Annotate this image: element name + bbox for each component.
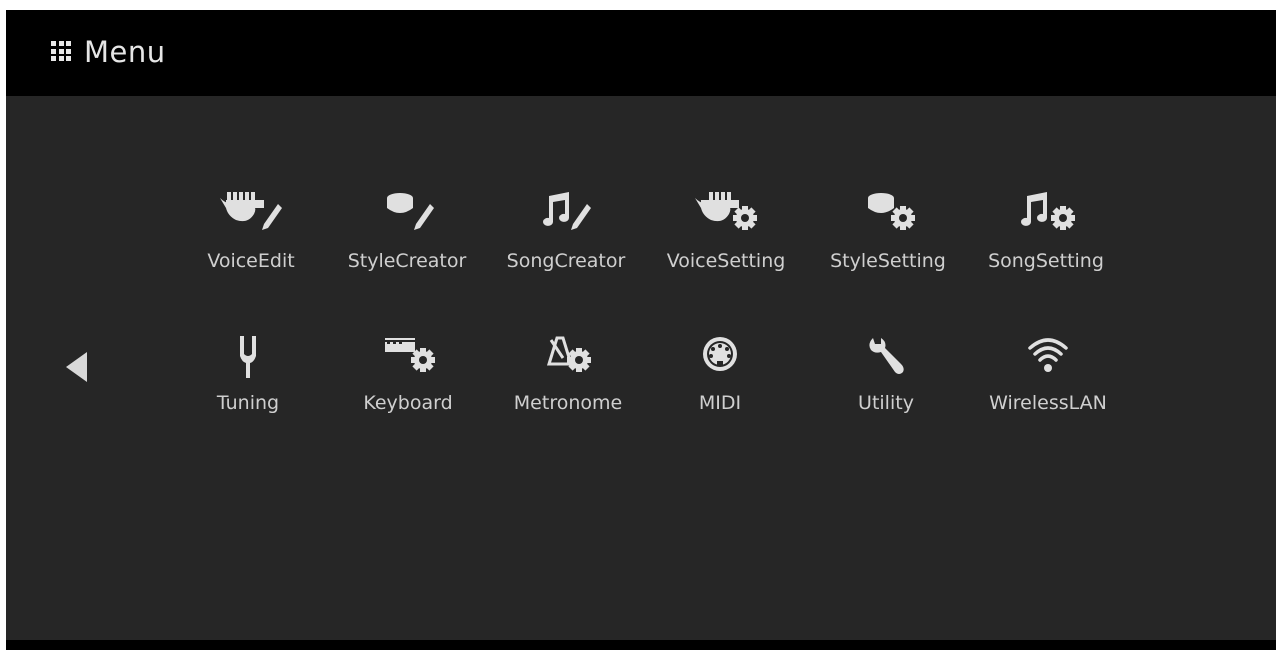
menu-item-songsetting[interactable]: SongSetting	[966, 188, 1126, 308]
grid-icon	[51, 41, 71, 61]
menu-item-stylesetting[interactable]: StyleSetting	[808, 188, 968, 308]
menu-item-label: StyleCreator	[347, 250, 467, 272]
menu-item-keyboard[interactable]: Keyboard	[328, 334, 488, 454]
style-setting-icon	[868, 193, 915, 230]
wrench-icon	[869, 338, 904, 374]
menu-item-label: SongCreator	[506, 250, 626, 272]
left-arrow-icon[interactable]	[66, 352, 87, 382]
menu-item-label: Metronome	[513, 392, 623, 414]
menu-item-utility[interactable]: Utility	[806, 334, 966, 454]
menu-item-label: Utility	[858, 392, 914, 414]
voice-edit-icon	[220, 192, 282, 230]
menu-item-label: SongSetting	[988, 250, 1104, 272]
menu-item-voicesetting[interactable]: VoiceSetting	[646, 188, 806, 308]
wifi-icon	[1028, 338, 1068, 372]
menu-item-label: WirelessLAN	[989, 392, 1107, 414]
menu-item-label: MIDI	[698, 392, 742, 414]
bottom-bar	[6, 640, 1276, 650]
menu-item-label: Keyboard	[363, 392, 453, 414]
menu-item-metronome[interactable]: Metronome	[488, 334, 648, 454]
midi-icon	[703, 337, 737, 371]
song-setting-icon	[1021, 192, 1075, 230]
menu-item-tuning[interactable]: Tuning	[168, 334, 328, 454]
voice-setting-icon	[695, 192, 757, 230]
metronome-setting-icon	[546, 336, 591, 372]
menu-item-midi[interactable]: MIDI	[640, 334, 800, 454]
menu-item-voiceedit[interactable]: VoiceEdit	[171, 188, 331, 308]
page-title: Menu	[84, 35, 166, 69]
menu-screen: Menu VoiceEdit StyleCreator SongCreator …	[6, 10, 1276, 650]
song-creator-icon	[543, 192, 591, 230]
menu-item-label: VoiceEdit	[207, 250, 295, 272]
menu-item-songcreator[interactable]: SongCreator	[486, 188, 646, 308]
menu-item-label: StyleSetting	[830, 250, 946, 272]
menu-item-stylecreator[interactable]: StyleCreator	[327, 188, 487, 308]
style-creator-icon	[387, 193, 434, 230]
menu-item-label: Tuning	[216, 392, 280, 414]
menu-item-wirelesslan[interactable]: WirelessLAN	[968, 334, 1128, 454]
header-bar: Menu	[6, 10, 1276, 96]
tuning-fork-icon	[240, 336, 256, 378]
keyboard-setting-icon	[385, 338, 435, 372]
menu-item-label: VoiceSetting	[666, 250, 786, 272]
